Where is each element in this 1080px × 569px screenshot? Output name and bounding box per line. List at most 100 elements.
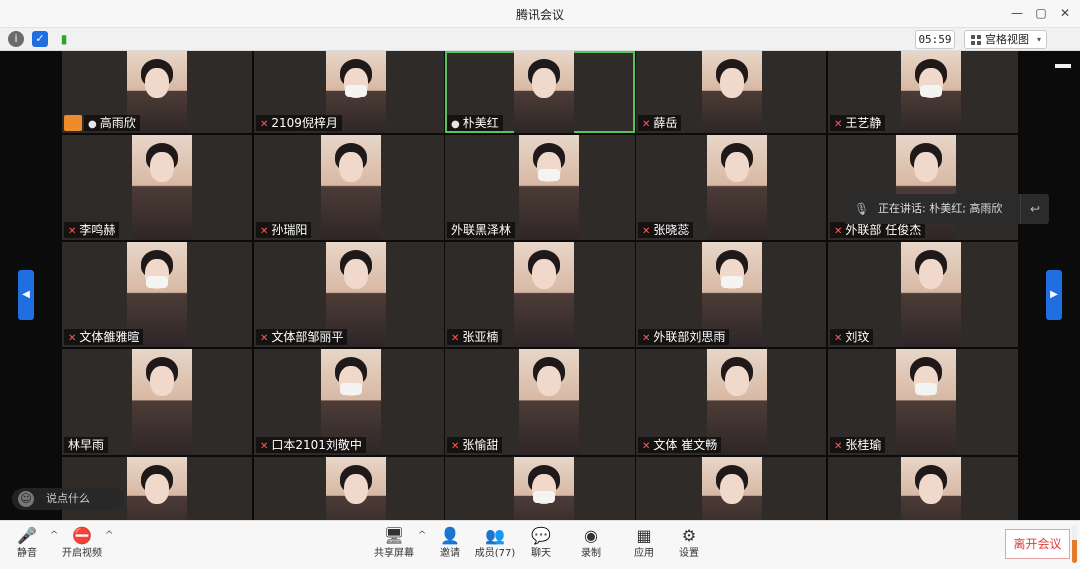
chevron-up-icon[interactable]: ^ <box>418 531 428 541</box>
video-stage: ● 高雨欣 ✕ 2109倪梓月 ● 朴美红 ✕ 薛岳 ✕ 王艺静 ✕ 李鸣赫 ✕ 孙瑞阳 外联黑泽林 ✕ 张晓蕊… <box>0 51 1080 520</box>
chevron-up-icon[interactable]: ^ <box>105 531 115 541</box>
participant-tile[interactable]: ✕ 张愉甜 <box>445 349 635 455</box>
share-screen-icon: 🖥 <box>383 526 405 545</box>
participant-name-text: 李鸣赫 <box>79 223 116 237</box>
apps-label: 应用 <box>634 548 654 559</box>
participant-tile[interactable]: ✕ 口本2101刘敬中 <box>254 349 444 455</box>
microphone-muted-icon: ✕ <box>260 333 269 344</box>
participant-name: ✕ 孙瑞阳 <box>256 222 312 238</box>
add-user-icon: 👤 <box>440 526 460 545</box>
start-video-button[interactable]: ⛔ 开启视频 <box>60 524 104 564</box>
start-video-label: 开启视频 <box>62 548 102 559</box>
share-screen-button[interactable]: 🖥 共享屏幕 <box>372 524 416 564</box>
participant-name: ✕ 薛岳 <box>638 115 682 131</box>
participant-name-text: 张亚楠 <box>462 330 499 344</box>
participant-tile[interactable]: ✕ 外联部 任俊杰 <box>828 135 1018 240</box>
view-mode-dropdown[interactable]: 宫格视图 ▾ <box>964 30 1047 49</box>
microphone-muted-icon: ✕ <box>834 441 843 452</box>
participant-tile[interactable]: 外联黑泽林 <box>445 135 635 240</box>
participant-tile[interactable]: ✕ 张桂瑜 <box>828 349 1018 455</box>
participant-tile[interactable] <box>828 457 1018 520</box>
participant-tile[interactable]: ✕ 文体部邹丽平 <box>254 242 444 347</box>
participant-name: ● 高雨欣 <box>84 115 140 131</box>
leave-meeting-button[interactable]: 离开会议 <box>1005 529 1070 559</box>
maximize-button[interactable]: ▢ <box>1030 4 1052 22</box>
participant-tile[interactable]: 林早雨 <box>62 349 252 455</box>
mute-button[interactable]: 🎤 静音 <box>5 524 49 564</box>
participant-tile[interactable]: ✕ 外联部刘思雨 <box>636 242 826 347</box>
prev-page-button[interactable]: ◀ <box>18 270 34 320</box>
participant-name: ✕ 文体雒雅暄 <box>64 329 144 345</box>
next-page-button[interactable]: ▶ <box>1046 270 1062 320</box>
chat-button[interactable]: 💬 聊天 <box>519 524 563 564</box>
chat-placeholder: 说点什么 <box>46 492 90 505</box>
invite-label: 邀请 <box>440 548 460 559</box>
participant-tile[interactable] <box>636 457 826 520</box>
reply-icon[interactable]: ↩ <box>1020 194 1049 224</box>
participant-name-text: 外联部刘思雨 <box>653 330 726 344</box>
bottom-toolbar: 🎤 静音 ^ ⛔ 开启视频 ^ 🖥 共享屏幕 ^ 👤 邀请 👥 成员(77) 💬… <box>0 520 1080 569</box>
participant-name: ✕ 2109倪梓月 <box>256 115 342 131</box>
video-feed <box>702 51 762 133</box>
record-label: 录制 <box>581 548 601 559</box>
minimize-button[interactable]: — <box>1006 4 1028 22</box>
microphone-icon: ● <box>88 119 97 130</box>
participant-tile[interactable]: ✕ 孙瑞阳 <box>254 135 444 240</box>
participant-name: ✕ 张亚楠 <box>447 329 503 345</box>
chevron-up-icon[interactable]: ^ <box>50 531 60 541</box>
close-button[interactable]: ✕ <box>1054 4 1076 22</box>
participant-name-text: 文体雒雅暄 <box>79 330 140 344</box>
participant-tile[interactable]: ✕ 张亚楠 <box>445 242 635 347</box>
participant-name: ● 朴美红 <box>447 115 503 131</box>
participant-tile[interactable]: ✕ 2109倪梓月 <box>254 51 444 133</box>
participant-name-text: 孙瑞阳 <box>271 223 308 237</box>
volume-level <box>1072 525 1077 563</box>
participant-name-text: 外联部 任俊杰 <box>845 223 922 237</box>
participant-name-text: 高雨欣 <box>99 116 136 130</box>
members-button[interactable]: 👥 成员(77) <box>473 524 517 564</box>
mute-label: 静音 <box>17 548 37 559</box>
participant-tile[interactable]: ✕ 薛岳 <box>636 51 826 133</box>
microphone-muted-icon: ✕ <box>260 119 269 130</box>
participant-tile[interactable] <box>445 457 635 520</box>
participant-tile[interactable]: ✕ 张晓蕊 <box>636 135 826 240</box>
participant-tile[interactable]: ✕ 李鸣赫 <box>62 135 252 240</box>
microphone-muted-icon: ✕ <box>834 226 843 237</box>
grid-icon <box>971 35 981 45</box>
participant-name-text: 王艺静 <box>845 116 882 130</box>
participant-tile[interactable]: ✕ 文体 崔文畅 <box>636 349 826 455</box>
participant-tile[interactable]: ✕ 文体雒雅暄 <box>62 242 252 347</box>
participant-tile[interactable]: ● 高雨欣 <box>62 51 252 133</box>
video-feed <box>132 349 192 455</box>
record-button[interactable]: ◉ 录制 <box>569 524 613 564</box>
shield-icon[interactable]: ✓ <box>32 31 48 47</box>
participant-name-text: 文体部邹丽平 <box>271 330 344 344</box>
apps-button[interactable]: ▦ 应用 <box>622 524 666 564</box>
participant-name: ✕ 外联部 任俊杰 <box>830 222 926 238</box>
chevron-down-icon: ▾ <box>1036 35 1041 44</box>
participant-name-text: 外联黑泽林 <box>451 223 512 237</box>
participant-name-text: 刘玟 <box>845 330 870 344</box>
participant-name: 林早雨 <box>64 437 109 453</box>
participant-name: ✕ 文体 崔文畅 <box>638 437 722 453</box>
participant-name: ✕ 刘玟 <box>830 329 874 345</box>
participant-name-text: 薛岳 <box>653 116 678 130</box>
participant-tile[interactable]: ● 朴美红 <box>445 51 635 133</box>
microphone-muted-icon: ✕ <box>642 119 651 130</box>
settings-button[interactable]: ⚙ 设置 <box>667 524 711 564</box>
signal-icon[interactable]: ▮ <box>56 31 72 47</box>
chat-input[interactable]: ☺ 说点什么 <box>12 488 124 510</box>
microphone-icon: 🎙 <box>854 202 870 216</box>
participant-name: ✕ 张愉甜 <box>447 437 503 453</box>
participant-tile[interactable] <box>254 457 444 520</box>
invite-button[interactable]: 👤 邀请 <box>428 524 472 564</box>
participant-name-text: 张桂瑜 <box>845 438 882 452</box>
participant-tile[interactable]: ✕ 刘玟 <box>828 242 1018 347</box>
microphone-muted-icon: ✕ <box>451 333 460 344</box>
emoji-icon[interactable]: ☺ <box>18 491 34 507</box>
video-feed <box>519 349 579 455</box>
participant-tile[interactable]: ✕ 王艺静 <box>828 51 1018 133</box>
info-icon[interactable]: i <box>8 31 24 47</box>
meeting-timer: 05:59 <box>915 30 955 49</box>
speaking-text: 正在讲话: 朴美红; 高雨欣 <box>878 202 1003 215</box>
